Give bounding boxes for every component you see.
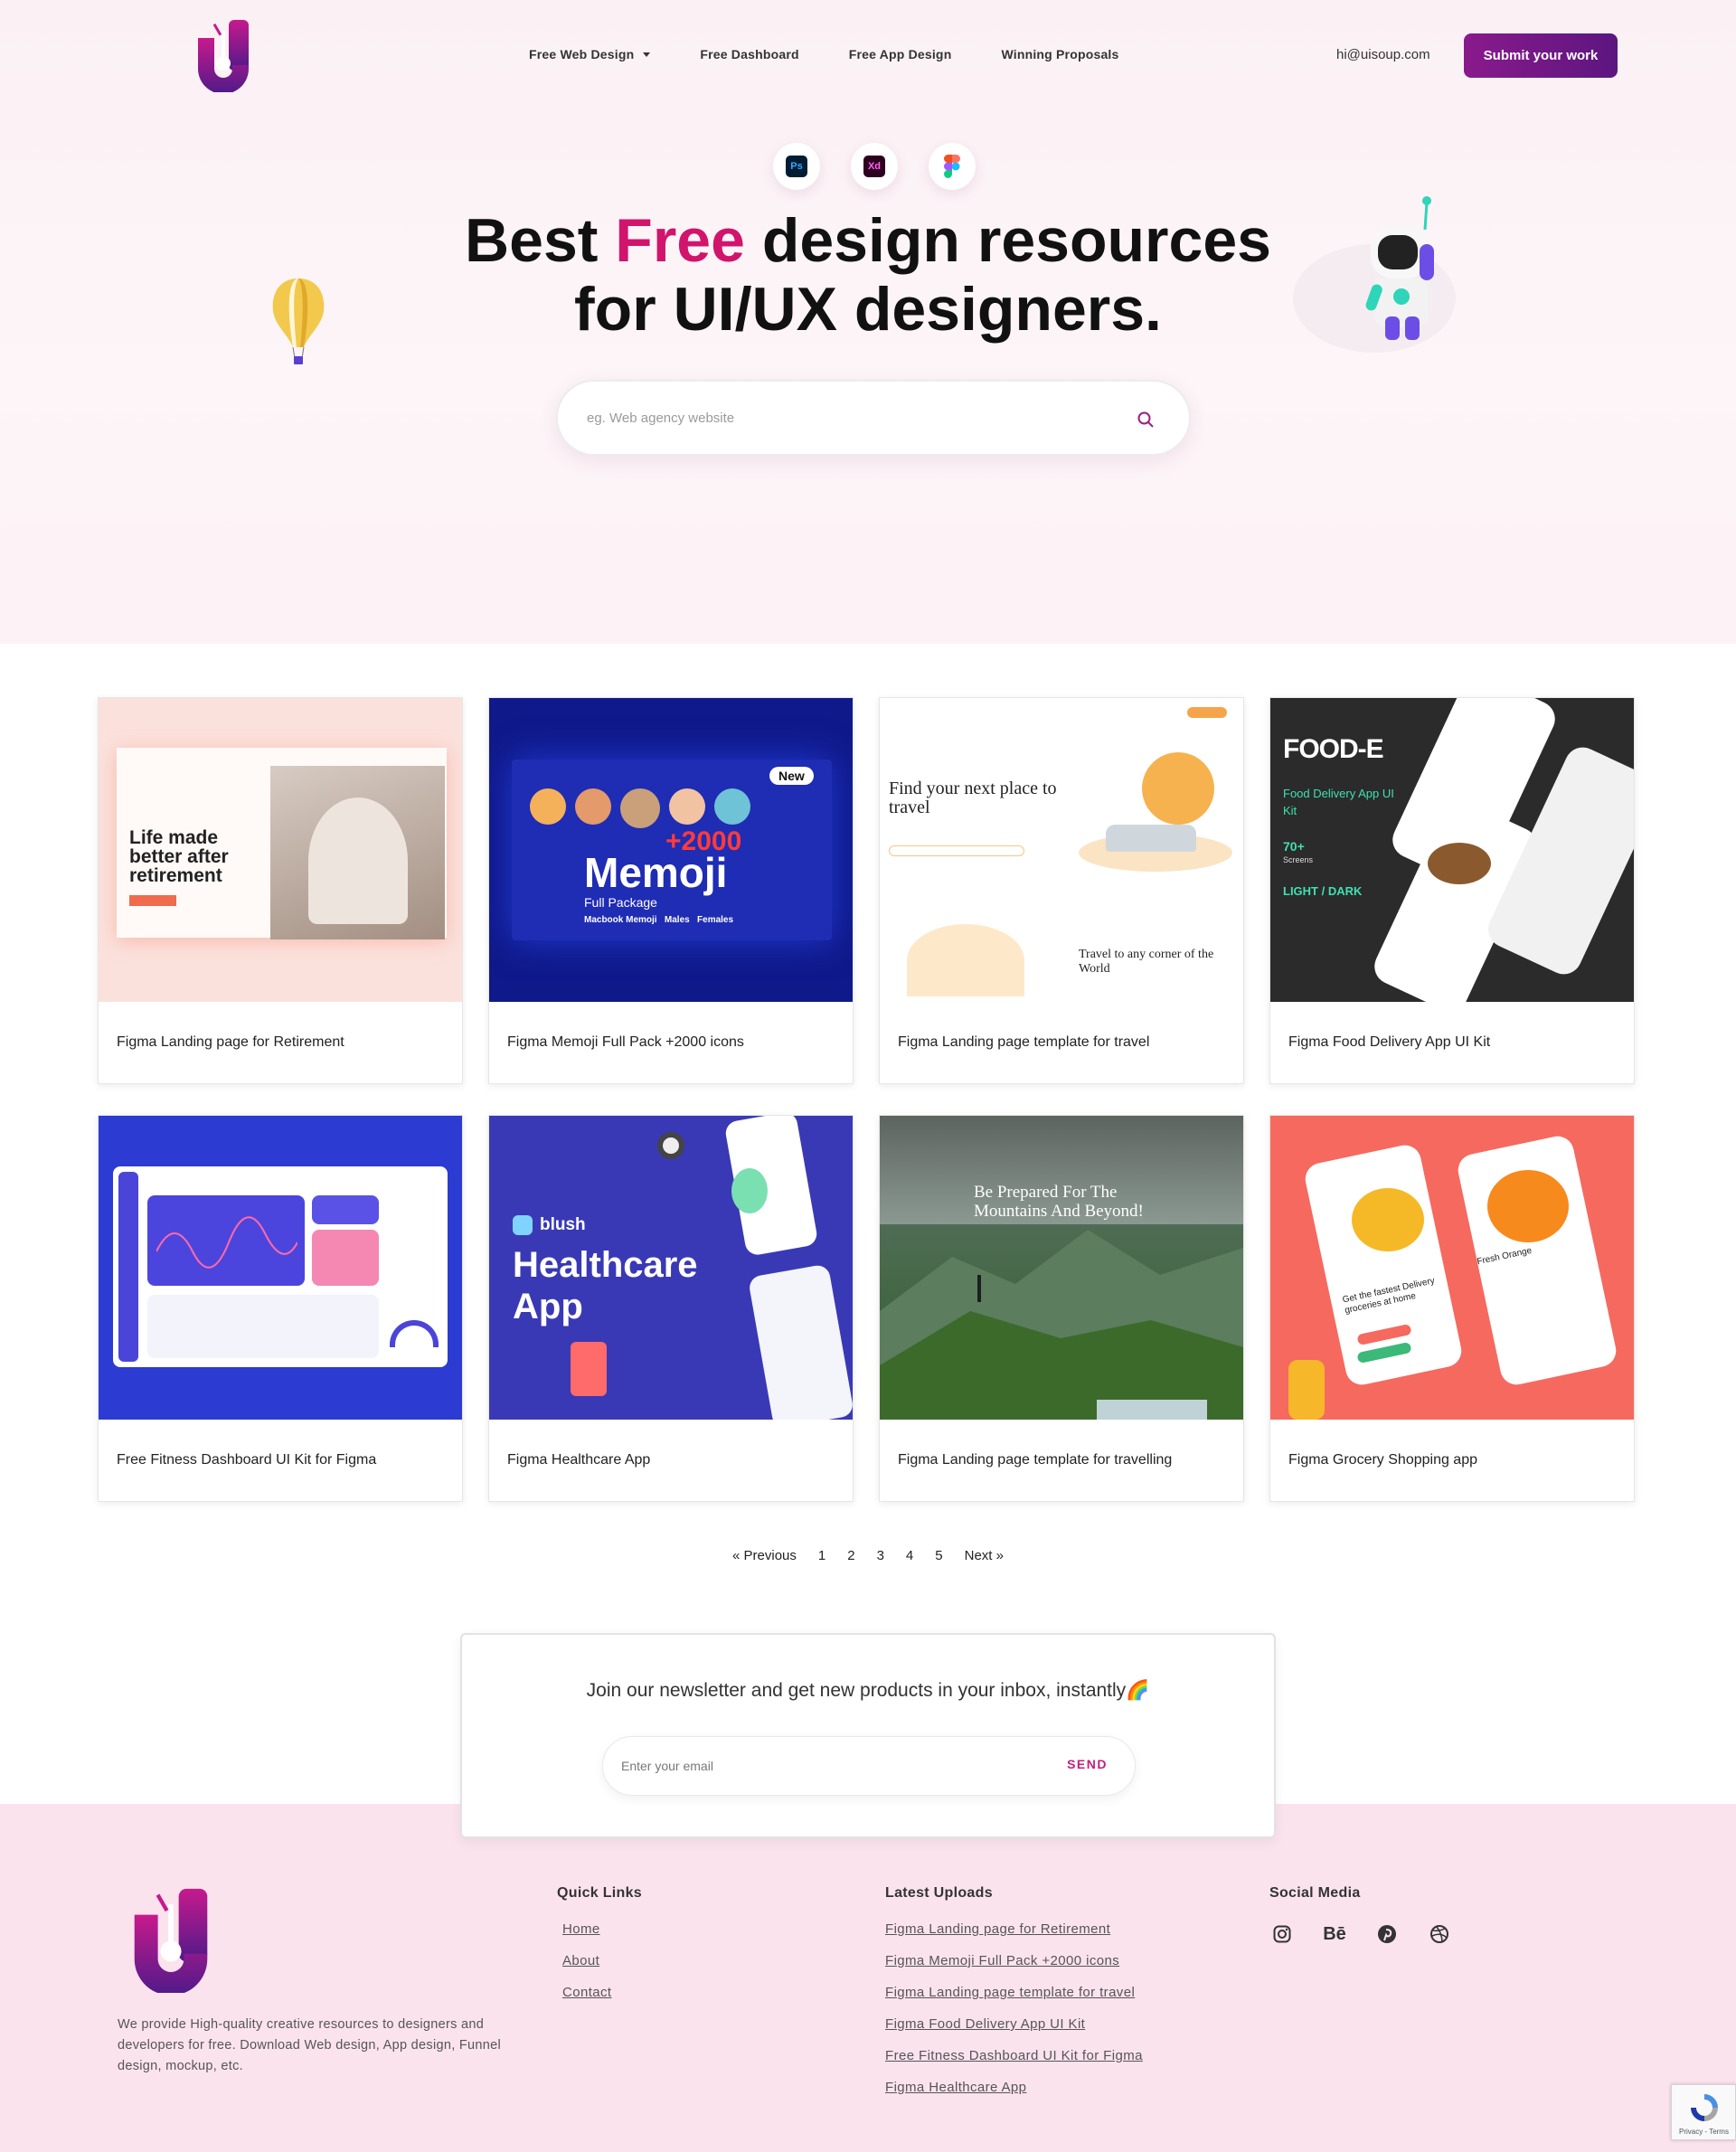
latest-uploads-heading: Latest Uploads: [885, 1885, 993, 1901]
photoshop-icon: Ps: [773, 143, 820, 190]
card-thumbnail: [99, 1116, 462, 1420]
card-title: Figma Food Delivery App UI Kit: [1288, 1034, 1491, 1050]
pagination-previous[interactable]: « Previous: [732, 1548, 797, 1563]
search-bar: [556, 380, 1191, 456]
newsletter-box: Join our newsletter and get new products…: [460, 1633, 1276, 1838]
card-thumbnail: New +2000 Memoji Full Package Macbook Me…: [489, 698, 853, 1002]
pagination-page-4[interactable]: 4: [906, 1548, 913, 1563]
card-title: Figma Landing page for Retirement: [117, 1034, 344, 1050]
card-title: Figma Landing page template for travelli…: [898, 1452, 1173, 1468]
latest-uploads-column: Latest Uploads Figma Landing page for Re…: [885, 1885, 1143, 2111]
contact-email-link[interactable]: hi@uisoup.com: [1336, 47, 1430, 62]
quick-links-heading: Quick Links: [557, 1885, 642, 1901]
newsletter-send-button[interactable]: SEND: [1067, 1757, 1108, 1771]
card-title: Figma Landing page template for travel: [898, 1034, 1150, 1050]
footer-logo[interactable]: [128, 1886, 213, 1993]
main-nav: Free Web Design Free Dashboard Free App …: [529, 47, 1169, 61]
resource-card[interactable]: Find your next place to travel Travel to…: [879, 697, 1244, 1084]
footer-link-about[interactable]: About: [562, 1953, 642, 1968]
card-thumbnail: FOOD-E Food Delivery App UI Kit 70+ Scre…: [1270, 698, 1634, 1002]
resource-card[interactable]: FOOD-E Food Delivery App UI Kit 70+ Scre…: [1269, 697, 1635, 1084]
pinterest-icon[interactable]: [1374, 1921, 1400, 1947]
instagram-icon[interactable]: [1269, 1921, 1295, 1947]
card-thumbnail: Life made better after retirement: [99, 698, 462, 1002]
nav-free-app-design[interactable]: Free App Design: [849, 47, 952, 61]
footer: [0, 1804, 1736, 2152]
recaptcha-badge[interactable]: Privacy - Terms: [1671, 2084, 1736, 2140]
pagination: « Previous 1 2 3 4 5 Next »: [0, 1548, 1736, 1563]
resource-card[interactable]: Be Prepared For The Mountains And Beyond…: [879, 1115, 1244, 1502]
pagination-next[interactable]: Next »: [965, 1548, 1004, 1563]
adobe-xd-icon: Xd: [851, 143, 898, 190]
chevron-down-icon: [643, 52, 651, 57]
search-icon[interactable]: [1137, 411, 1155, 429]
footer-description: We provide High-quality creative resourc…: [118, 2017, 501, 2073]
card-thumbnail: Find your next place to travel Travel to…: [880, 698, 1243, 1002]
resource-card[interactable]: Get the fastest Delivery groceries at ho…: [1269, 1115, 1635, 1502]
recaptcha-text: Privacy - Terms: [1679, 2128, 1729, 2136]
hero-section: Free Web Design Free Dashboard Free App …: [0, 0, 1736, 644]
nav-winning-proposals[interactable]: Winning Proposals: [1001, 47, 1118, 61]
recaptcha-icon: [1691, 2094, 1718, 2121]
quick-links-column: Quick Links Home About Contact: [557, 1885, 642, 2016]
pagination-page-5[interactable]: 5: [935, 1548, 942, 1563]
footer-link-contact[interactable]: Contact: [562, 1985, 642, 2000]
hero-headline: Best Free design resources for UI/UX des…: [465, 206, 1271, 344]
card-title: Figma Healthcare App: [507, 1452, 651, 1468]
card-title: Figma Grocery Shopping app: [1288, 1452, 1477, 1468]
card-thumbnail: Be Prepared For The Mountains And Beyond…: [880, 1116, 1243, 1420]
latest-upload-link[interactable]: Free Fitness Dashboard UI Kit for Figma: [885, 2048, 1143, 2063]
behance-icon[interactable]: Bē: [1322, 1921, 1347, 1947]
latest-upload-link[interactable]: Figma Landing page template for travel: [885, 1985, 1143, 2000]
card-thumbnail: blush Healthcare App: [489, 1116, 853, 1420]
card-thumbnail: Get the fastest Delivery groceries at ho…: [1270, 1116, 1634, 1420]
nav-free-web-design[interactable]: Free Web Design: [529, 47, 651, 61]
social-media-column: Social Media Bē: [1269, 1885, 1452, 1947]
latest-upload-link[interactable]: Figma Food Delivery App UI Kit: [885, 2016, 1143, 2032]
latest-upload-link[interactable]: Figma Healthcare App: [885, 2080, 1143, 2095]
newsletter-text: Join our newsletter and get new products…: [586, 1680, 1150, 1701]
pagination-page-3[interactable]: 3: [877, 1548, 884, 1563]
hot-air-balloon-icon: [272, 278, 325, 364]
figma-icon: [929, 143, 976, 190]
social-media-heading: Social Media: [1269, 1885, 1361, 1901]
dribbble-icon[interactable]: [1427, 1921, 1452, 1947]
figma-logo: [944, 155, 960, 178]
resource-card[interactable]: blush Healthcare App Figma Healthcare Ap…: [488, 1115, 854, 1502]
resource-grid: Life made better after retirement Figma …: [98, 697, 1638, 1502]
pagination-page-1[interactable]: 1: [818, 1548, 826, 1563]
latest-upload-link[interactable]: Figma Landing page for Retirement: [885, 1921, 1143, 1937]
uisoup-logo[interactable]: [194, 18, 252, 92]
resource-card[interactable]: Life made better after retirement Figma …: [98, 697, 463, 1084]
tool-icons: Ps Xd: [773, 143, 976, 190]
astronaut-robot-illustration: [1293, 196, 1456, 353]
latest-upload-link[interactable]: Figma Memoji Full Pack +2000 icons: [885, 1953, 1143, 1968]
footer-link-home[interactable]: Home: [562, 1921, 642, 1937]
resource-card[interactable]: New +2000 Memoji Full Package Macbook Me…: [488, 697, 854, 1084]
pagination-page-2[interactable]: 2: [847, 1548, 854, 1563]
newsletter-email-input[interactable]: [621, 1737, 1028, 1795]
card-title: Free Fitness Dashboard UI Kit for Figma: [117, 1452, 377, 1468]
nav-free-dashboard[interactable]: Free Dashboard: [700, 47, 798, 61]
resource-card[interactable]: Free Fitness Dashboard UI Kit for Figma: [98, 1115, 463, 1502]
card-title: Figma Memoji Full Pack +2000 icons: [507, 1034, 744, 1050]
search-input[interactable]: [587, 382, 1093, 454]
newsletter-form: SEND: [602, 1736, 1136, 1796]
submit-your-work-button[interactable]: Submit your work: [1464, 33, 1618, 78]
